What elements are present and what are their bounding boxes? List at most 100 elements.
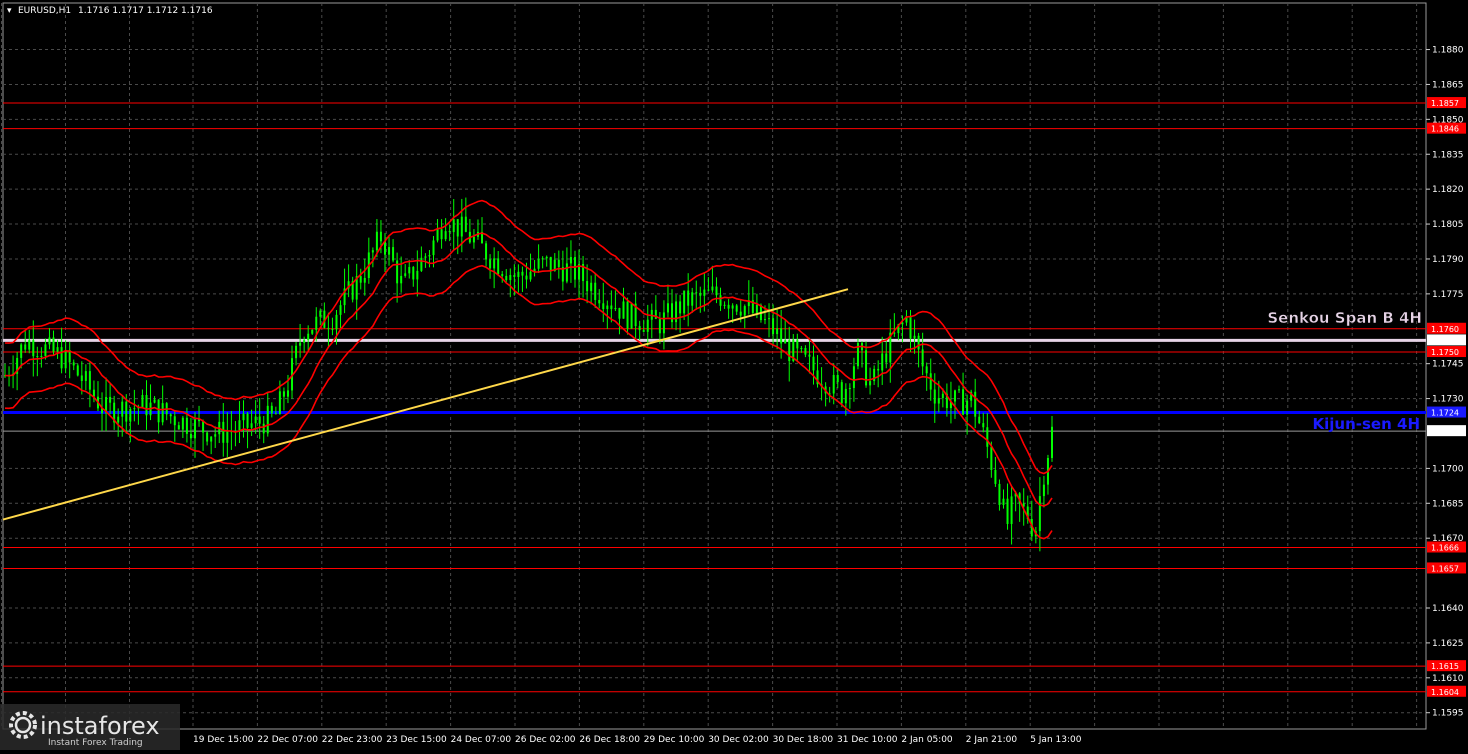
level-badge-label: 1.1604	[1431, 688, 1459, 697]
candle-body	[274, 413, 277, 415]
candle-body	[117, 416, 120, 423]
candle-body	[40, 355, 43, 357]
price-chart[interactable]: 1.1880 1.1865 1.1850 1.1835 1.1820 1.1805 1.17…	[0, 0, 1468, 750]
candle-body	[226, 431, 229, 443]
candle-body	[169, 414, 172, 417]
candle-body	[460, 216, 463, 237]
candle-body	[189, 433, 192, 439]
candle-body	[214, 434, 217, 437]
candle-body	[982, 423, 985, 428]
candle-body	[448, 231, 451, 233]
candle-body	[739, 311, 742, 316]
candle-body	[622, 301, 625, 319]
candle-body	[687, 290, 690, 306]
candle-body	[456, 219, 459, 237]
candle-body	[258, 416, 261, 424]
candle-body	[185, 417, 188, 434]
candle-body	[958, 389, 961, 391]
candle-body	[392, 247, 395, 261]
candle-body	[121, 401, 124, 417]
candle-body	[299, 342, 302, 346]
candle-body	[844, 388, 847, 404]
candle-body	[173, 416, 176, 426]
candle-body	[141, 394, 144, 408]
candle-body	[157, 399, 160, 423]
candle-body	[20, 344, 23, 358]
candle-body	[125, 401, 128, 422]
candle-body	[978, 416, 981, 424]
candle-body	[64, 350, 67, 369]
candle-body	[885, 353, 888, 363]
candle-body	[695, 292, 698, 294]
candle-body	[72, 362, 75, 366]
time-tick-label: 22 Dec 23:00	[322, 735, 383, 745]
candle-body	[52, 337, 55, 352]
candle-body	[464, 216, 467, 232]
candle-body	[400, 275, 403, 284]
candle-body	[286, 390, 289, 397]
ohlc-readout: 1.1716 1.1717 1.1712 1.1716	[78, 6, 213, 16]
candle-body	[925, 366, 928, 374]
lower-band-line	[4, 264, 1053, 540]
candle-body	[966, 400, 969, 415]
candle-body	[921, 349, 924, 367]
time-tick-label: 24 Dec 07:00	[451, 735, 512, 745]
candle-body	[428, 255, 431, 257]
menu-arrow-icon[interactable]: ▾	[7, 6, 12, 16]
candle-body	[1006, 498, 1009, 524]
candle-body	[517, 271, 520, 277]
candle-body	[941, 393, 944, 399]
candle-body	[408, 267, 411, 274]
candle-body	[177, 425, 180, 430]
time-axis: 19 Dec 15:00 22 Dec 07:00 22 Dec 23:00 23 D…	[193, 735, 1082, 745]
candle-body	[440, 229, 443, 240]
candle-body	[327, 327, 330, 329]
candle-body	[974, 391, 977, 417]
candle-body	[388, 247, 391, 255]
level-badge-label: 1.1615	[1431, 662, 1459, 671]
candle-body	[246, 413, 249, 428]
time-tick-label: 30 Dec 18:00	[773, 735, 834, 745]
candle-body	[48, 337, 51, 345]
price-tick-label: 1.1640	[1432, 604, 1464, 614]
candle-body	[852, 366, 855, 389]
level-badge-label: 1.1846	[1431, 125, 1459, 134]
price-tick-label: 1.1790	[1432, 255, 1464, 265]
candle-body	[565, 263, 568, 282]
time-tick-label: 22 Dec 07:00	[257, 735, 318, 745]
candle-body	[420, 257, 423, 271]
candle-body	[998, 483, 1001, 505]
candle-body	[1002, 498, 1005, 505]
candle-body	[610, 305, 613, 310]
candle-body	[537, 258, 540, 269]
candle-body	[832, 374, 835, 394]
candle-body	[719, 295, 722, 306]
candle-body	[222, 421, 225, 443]
candle-body	[311, 329, 314, 334]
chart-canvas[interactable]: 1.18801.18651.18501.18351.18201.18051.17…	[0, 0, 1468, 750]
candle-body	[307, 333, 310, 341]
candle-body	[788, 340, 791, 362]
candle-body	[505, 275, 508, 281]
candle-body	[1010, 496, 1013, 524]
candle-body	[303, 340, 306, 343]
candle-body	[363, 278, 366, 283]
price-tick-label: 1.1835	[1432, 150, 1464, 160]
candle-body	[848, 388, 851, 390]
candle-body	[319, 310, 322, 317]
candle-body	[24, 344, 27, 350]
candle-body	[193, 419, 196, 439]
candle-body	[594, 282, 597, 300]
price-tick-label: 1.1865	[1432, 80, 1464, 90]
candle-body	[161, 403, 164, 423]
logo-brand: instaforex	[40, 712, 160, 740]
candle-body	[129, 409, 132, 422]
candle-body	[586, 281, 589, 292]
price-tick-label: 1.1745	[1432, 360, 1464, 370]
price-tick-label: 1.1730	[1432, 395, 1464, 405]
candle-body	[181, 417, 184, 430]
price-tick-label: 1.1880	[1432, 46, 1464, 56]
candle-body	[525, 275, 528, 280]
candle-body	[436, 229, 439, 241]
time-tick-label: 23 Dec 15:00	[386, 735, 447, 745]
